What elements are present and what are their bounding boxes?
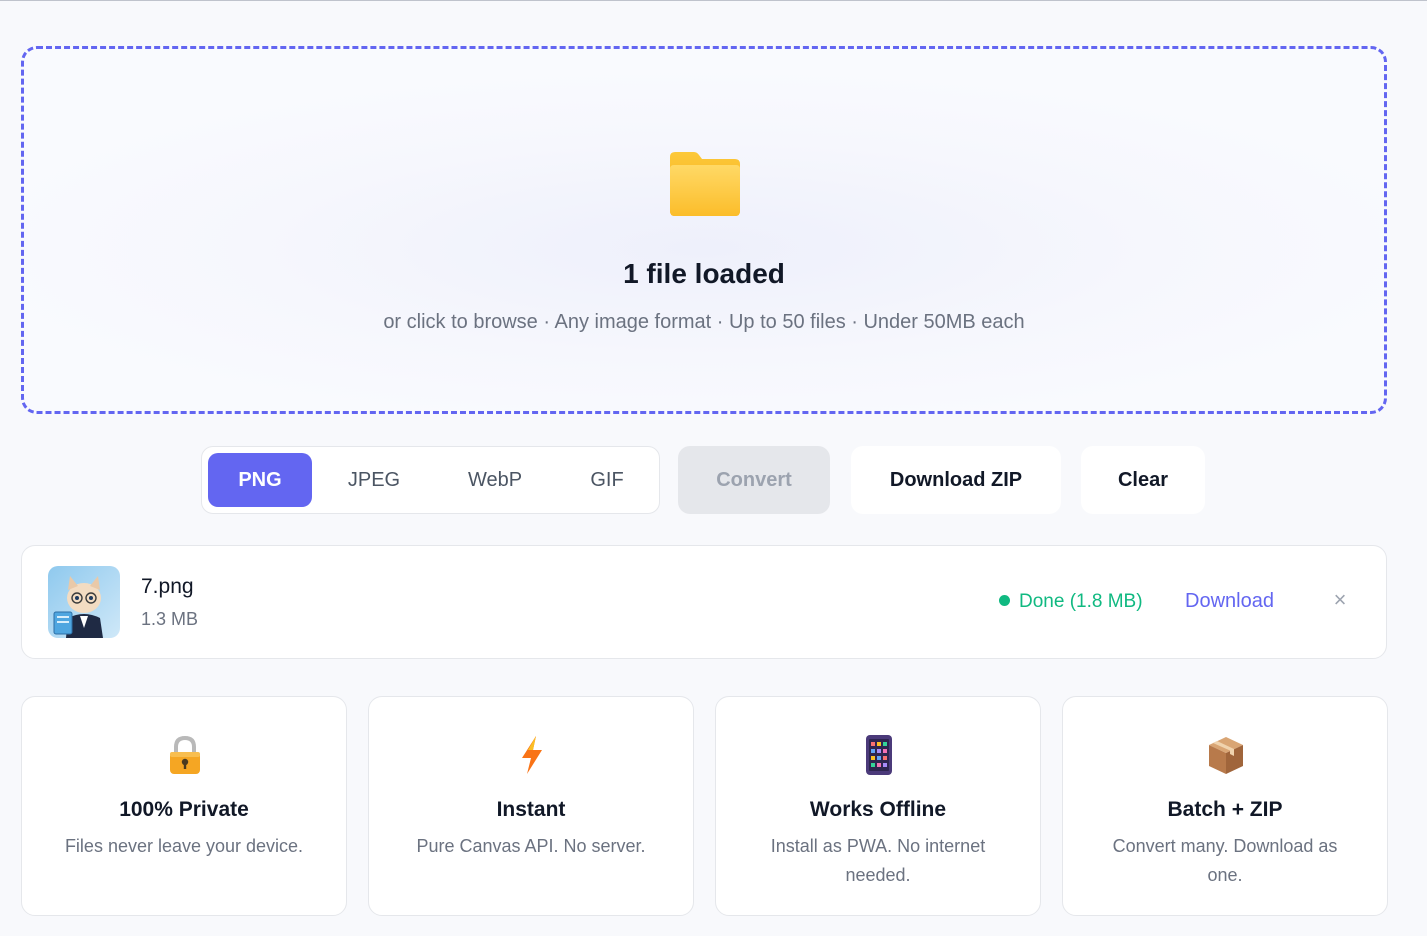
file-list-item: 7.png 1.3 MB Done (1.8 MB) Download × [21, 545, 1387, 659]
remove-file-button[interactable]: × [1328, 588, 1352, 612]
file-dropzone[interactable]: 1 file loaded or click to browse · Any i… [21, 46, 1387, 414]
status-text: Done (1.8 MB) [1019, 591, 1143, 612]
format-png-button[interactable]: PNG [208, 453, 312, 507]
feature-title: Batch + ZIP [1167, 798, 1283, 821]
file-thumbnail [48, 566, 120, 638]
feature-card-private: 100% Private Files never leave your devi… [21, 696, 347, 916]
download-zip-button[interactable]: Download ZIP [851, 446, 1061, 514]
lightning-icon [522, 736, 542, 774]
convert-button[interactable]: Convert [678, 446, 830, 514]
folder-icon [670, 152, 740, 216]
package-icon [1209, 737, 1243, 774]
dropzone-title: 1 file loaded [623, 258, 785, 289]
format-selector: PNG JPEG WebP GIF [201, 446, 660, 514]
status-badge: Done (1.8 MB) [999, 591, 1143, 613]
feature-title: Instant [496, 798, 566, 821]
feature-description: Pure Canvas API. No server. [416, 836, 646, 856]
feature-description: Convert many. Download as one. [1112, 836, 1338, 885]
mobile-phone-icon [866, 735, 892, 775]
feature-card-instant: Instant Pure Canvas API. No server. [368, 696, 694, 916]
feature-title: Works Offline [809, 798, 947, 821]
format-webp-button[interactable]: WebP [438, 453, 552, 507]
format-gif-button[interactable]: GIF [560, 453, 654, 507]
dropzone-subtitle: or click to browse · Any image format · … [383, 311, 1025, 333]
clear-button[interactable]: Clear [1081, 446, 1205, 514]
file-size: 1.3 MB [141, 609, 199, 629]
lock-icon [170, 735, 200, 774]
feature-card-batch: Batch + ZIP Convert many. Download as on… [1062, 696, 1388, 916]
file-name: 7.png [141, 575, 194, 598]
format-jpeg-button[interactable]: JPEG [318, 453, 430, 507]
feature-description: Install as PWA. No internet needed. [770, 836, 986, 885]
file-download-link[interactable]: Download [1185, 590, 1274, 613]
feature-card-offline: Works Offline Install as PWA. No interne… [715, 696, 1041, 916]
status-dot-icon [999, 595, 1010, 606]
feature-description: Files never leave your device. [64, 836, 304, 856]
feature-title: 100% Private [119, 798, 249, 821]
top-border [0, 0, 1427, 1]
